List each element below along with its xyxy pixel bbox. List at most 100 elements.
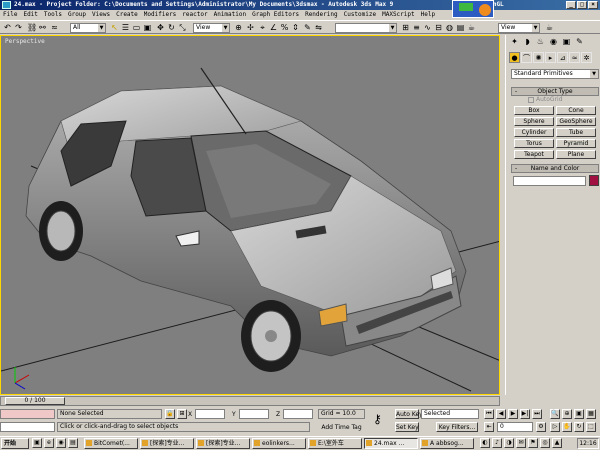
task-tansuo-1[interactable]: [探索]专业... xyxy=(140,438,194,449)
task-abbsog[interactable]: A abbsog... xyxy=(420,438,474,449)
tube-button[interactable]: Tube xyxy=(556,128,596,137)
add-time-tag-button[interactable]: Add Time Tag xyxy=(318,422,365,432)
tray-icon-7[interactable]: ▲ xyxy=(552,438,562,448)
set-key-icon[interactable]: ⚷ xyxy=(373,413,382,425)
render-last-icon[interactable]: ☕ xyxy=(545,23,554,32)
space-warps-icon[interactable]: ≈ xyxy=(569,52,580,63)
set-key-button[interactable]: Set Key xyxy=(395,422,419,432)
menu-maxscript[interactable]: MAXScript xyxy=(379,10,418,20)
menu-modifiers[interactable]: Modifiers xyxy=(141,10,180,20)
tray-icon-1[interactable]: ◐ xyxy=(480,438,490,448)
bind-space-warp-icon[interactable]: ≈ xyxy=(50,23,59,32)
select-move-icon[interactable]: ✥ xyxy=(156,23,165,32)
menu-customize[interactable]: Customize xyxy=(341,10,380,20)
menu-tools[interactable]: Tools xyxy=(41,10,65,20)
maximize-icon[interactable]: □ xyxy=(577,1,587,9)
time-slider[interactable]: 0 / 100 xyxy=(0,396,500,406)
snap-toggle-icon[interactable]: ⌖ xyxy=(258,23,267,32)
menu-graph-editors[interactable]: Graph Editors xyxy=(249,10,302,20)
perspective-viewport[interactable]: Perspective xyxy=(0,35,500,395)
task-tansuo-2[interactable]: [探索]专业... xyxy=(196,438,250,449)
align-icon[interactable]: ⊞ xyxy=(401,23,410,32)
zoom-extents-icon[interactable]: ▣ xyxy=(574,409,584,419)
task-bitcomet[interactable]: BitComet(... xyxy=(84,438,138,449)
named-selection-sets-dropdown[interactable]: ▼ xyxy=(335,23,397,33)
menu-edit[interactable]: Edit xyxy=(20,10,40,20)
next-frame-icon[interactable]: ▶| xyxy=(520,409,530,419)
render-scene-icon[interactable]: ▤ xyxy=(456,23,465,32)
start-button[interactable]: 开始 xyxy=(1,438,29,449)
sphere-button[interactable]: Sphere xyxy=(514,117,554,126)
mirror-icon[interactable]: ⇋ xyxy=(314,23,323,32)
tray-icon-2[interactable]: ♪ xyxy=(492,438,502,448)
zoom-extents-all-icon[interactable]: ▦ xyxy=(586,409,596,419)
tray-icon-6[interactable]: ◎ xyxy=(540,438,550,448)
category-dropdown[interactable]: Standard Primitives ▼ xyxy=(511,69,599,79)
close-icon[interactable]: × xyxy=(588,1,598,9)
minimize-icon[interactable]: _ xyxy=(566,1,576,9)
teapot-button[interactable]: Teapot xyxy=(514,150,554,159)
time-configuration-icon[interactable]: ⚙ xyxy=(536,422,546,432)
selection-filter-dropdown[interactable]: All ▼ xyxy=(70,23,106,33)
cone-button[interactable]: Cone xyxy=(556,106,596,115)
auto-key-button[interactable]: Auto Key xyxy=(395,409,423,419)
menu-animation[interactable]: Animation xyxy=(211,10,250,20)
select-link-icon[interactable]: ⛓ xyxy=(27,23,37,32)
quicklaunch-media-icon[interactable]: ◉ xyxy=(56,438,66,448)
key-filters-button[interactable]: Key Filters... xyxy=(436,422,478,432)
tray-icon-5[interactable]: ⚑ xyxy=(528,438,538,448)
render-view-dropdown[interactable]: View ▼ xyxy=(498,23,540,33)
menu-views[interactable]: Views xyxy=(89,10,113,20)
menu-reactor[interactable]: reactor xyxy=(179,10,210,20)
layer-manager-icon[interactable]: ≡ xyxy=(412,23,421,32)
edit-named-selection-icon[interactable]: ✎ xyxy=(303,23,312,32)
curve-editor-icon[interactable]: ∿ xyxy=(423,23,432,32)
task-3dsmax[interactable]: 24.max ... xyxy=(364,438,418,449)
menu-rendering[interactable]: Rendering xyxy=(302,10,341,20)
maximize-viewport-icon[interactable]: ⬚ xyxy=(586,422,596,432)
key-mode-dropdown[interactable]: Selected xyxy=(421,409,479,419)
go-to-end-icon[interactable]: ⏭ xyxy=(532,409,542,419)
go-to-start-icon[interactable]: ⏮ xyxy=(484,409,494,419)
name-and-color-rollout[interactable]: - Name and Color xyxy=(511,164,599,173)
app-icon[interactable] xyxy=(2,1,11,9)
redo-icon[interactable]: ↷ xyxy=(14,23,23,32)
select-scale-icon[interactable]: ⤡ xyxy=(178,23,187,32)
pyramid-button[interactable]: Pyramid xyxy=(556,139,596,148)
play-icon[interactable]: ▶ xyxy=(508,409,518,419)
zoom-all-icon[interactable]: ⊕ xyxy=(562,409,572,419)
time-slider-thumb[interactable]: 0 / 100 xyxy=(5,397,65,405)
quicklaunch-ie-icon[interactable]: e xyxy=(44,438,54,448)
utilities-tab-icon[interactable]: ✎ xyxy=(574,36,585,47)
x-coord-input[interactable] xyxy=(195,409,225,419)
quicklaunch-desktop-icon[interactable]: ▣ xyxy=(32,438,42,448)
box-button[interactable]: Box xyxy=(514,106,554,115)
create-tab-icon[interactable]: ✦ xyxy=(509,36,520,47)
select-rotate-icon[interactable]: ↻ xyxy=(167,23,176,32)
maxscript-input[interactable] xyxy=(0,422,55,432)
zoom-icon[interactable]: 🔍 xyxy=(550,409,560,419)
select-manipulate-icon[interactable]: ✢ xyxy=(246,23,255,32)
task-eolinkers[interactable]: eolinkers... xyxy=(252,438,306,449)
shapes-icon[interactable]: ⌒ xyxy=(521,52,532,63)
arc-rotate-icon[interactable]: ↻ xyxy=(574,422,584,432)
unlink-icon[interactable]: ⚯ xyxy=(38,23,47,32)
tray-icon-4[interactable]: ✉ xyxy=(516,438,526,448)
material-editor-icon[interactable]: ◍ xyxy=(445,23,454,32)
field-of-view-icon[interactable]: ▷ xyxy=(550,422,560,432)
object-color-swatch[interactable] xyxy=(589,175,599,186)
menu-help[interactable]: Help xyxy=(418,10,438,20)
orange-app-icon[interactable] xyxy=(479,4,491,16)
torus-button[interactable]: Torus xyxy=(514,139,554,148)
lock-selection-icon[interactable]: 🔒 xyxy=(165,409,175,419)
pivot-center-icon[interactable]: ⊕ xyxy=(234,23,243,32)
autogrid-checkbox[interactable]: AutoGrid xyxy=(528,96,563,103)
hierarchy-tab-icon[interactable]: ♨ xyxy=(535,36,546,47)
key-mode-toggle-icon[interactable]: ⇤ xyxy=(484,422,494,432)
maxscript-listener-mini[interactable] xyxy=(0,409,55,419)
schematic-view-icon[interactable]: ⊟ xyxy=(434,23,443,32)
angle-snap-icon[interactable]: ∠ xyxy=(269,23,278,32)
cameras-icon[interactable]: ▸ xyxy=(545,52,556,63)
spinner-snap-icon[interactable]: ⇕ xyxy=(291,23,300,32)
absolute-mode-icon[interactable]: ⊞ xyxy=(177,409,187,419)
